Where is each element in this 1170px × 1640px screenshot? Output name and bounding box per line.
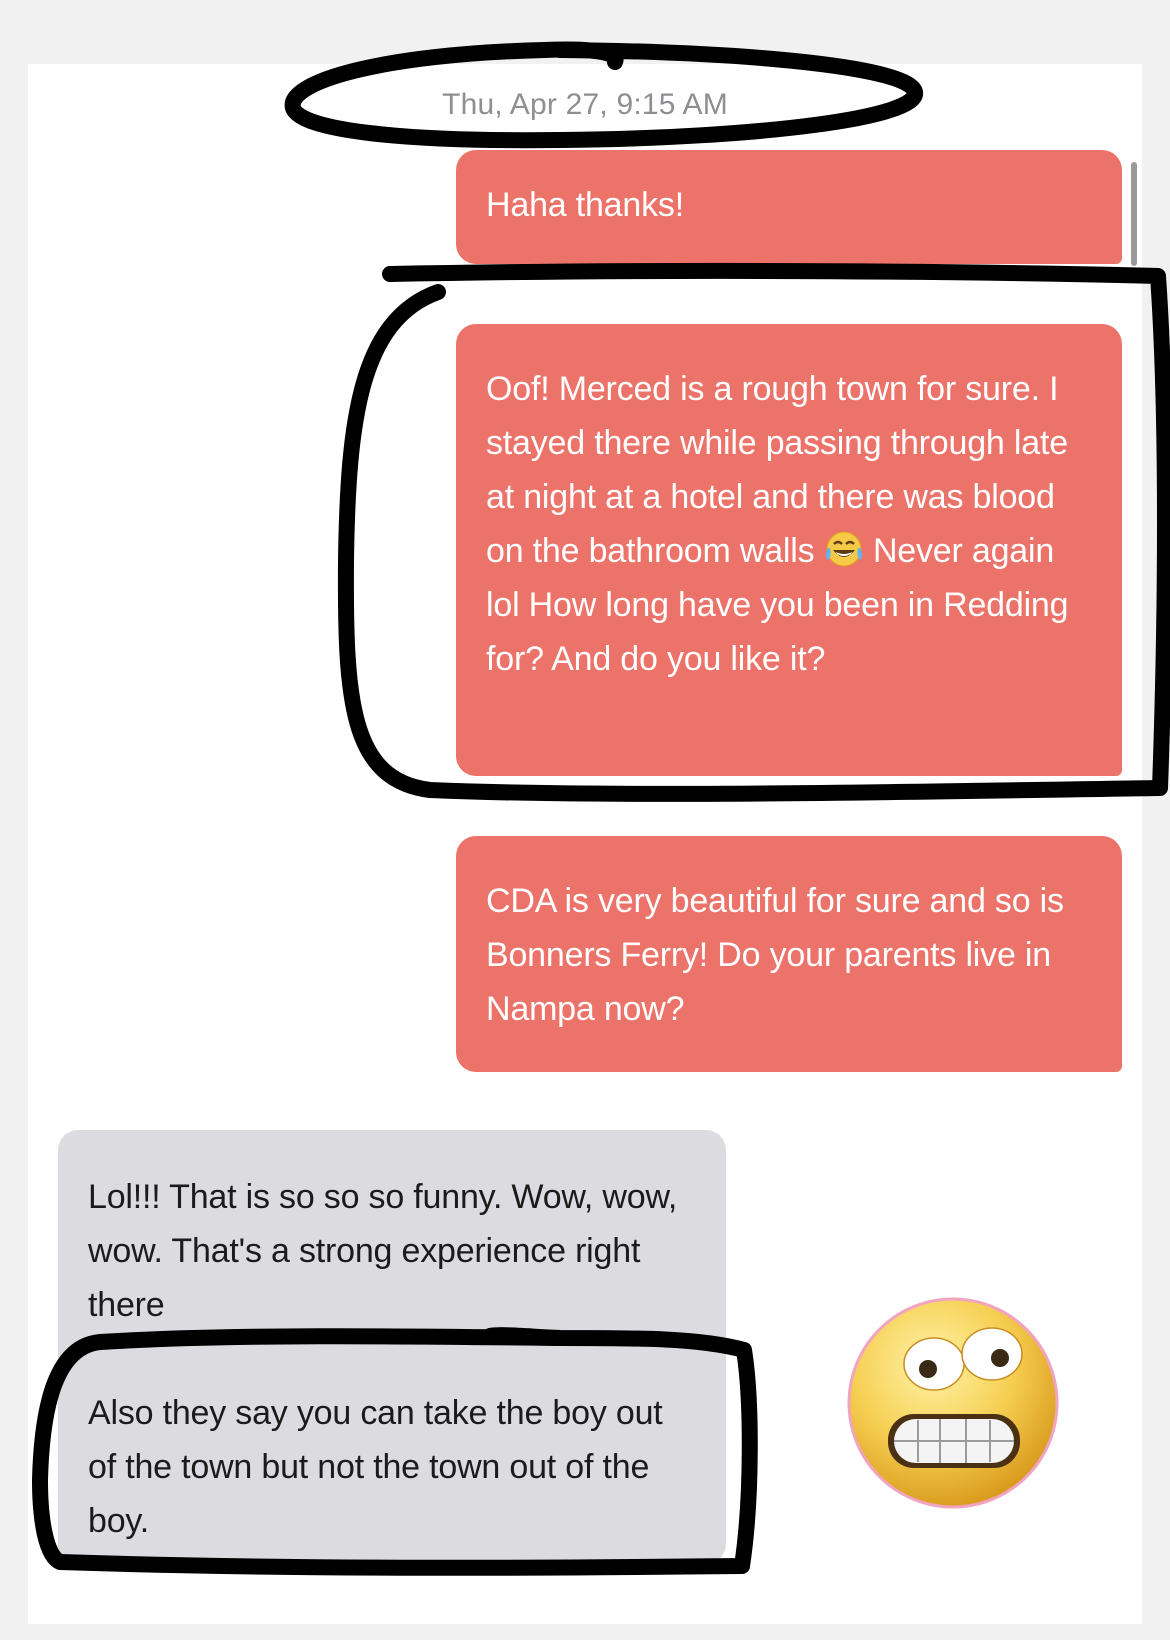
scrollbar[interactable] [1131, 162, 1137, 266]
outgoing-message-bubble[interactable]: CDA is very beautiful for sure and so is… [456, 836, 1122, 1072]
incoming-message-bubble[interactable]: Lol!!! That is so so so funny. Wow, wow,… [58, 1130, 726, 1564]
message-text: Lol!!! That is so so so funny. Wow, wow,… [88, 1178, 678, 1324]
tears-of-joy-emoji-icon [825, 531, 862, 567]
message-text: CDA is very beautiful for sure and so is… [486, 882, 1064, 1028]
outgoing-message-bubble[interactable]: Haha thanks! [456, 150, 1122, 264]
message-text: Also they say you can take the boy out o… [88, 1394, 663, 1540]
message-text: Haha thanks! [486, 186, 684, 224]
grimacing-face-emoji-icon [847, 1297, 1059, 1509]
message-timestamp: Thu, Apr 27, 9:15 AM [442, 88, 728, 121]
outgoing-message-bubble[interactable]: Oof! Merced is a rough town for sure. I … [456, 324, 1122, 776]
